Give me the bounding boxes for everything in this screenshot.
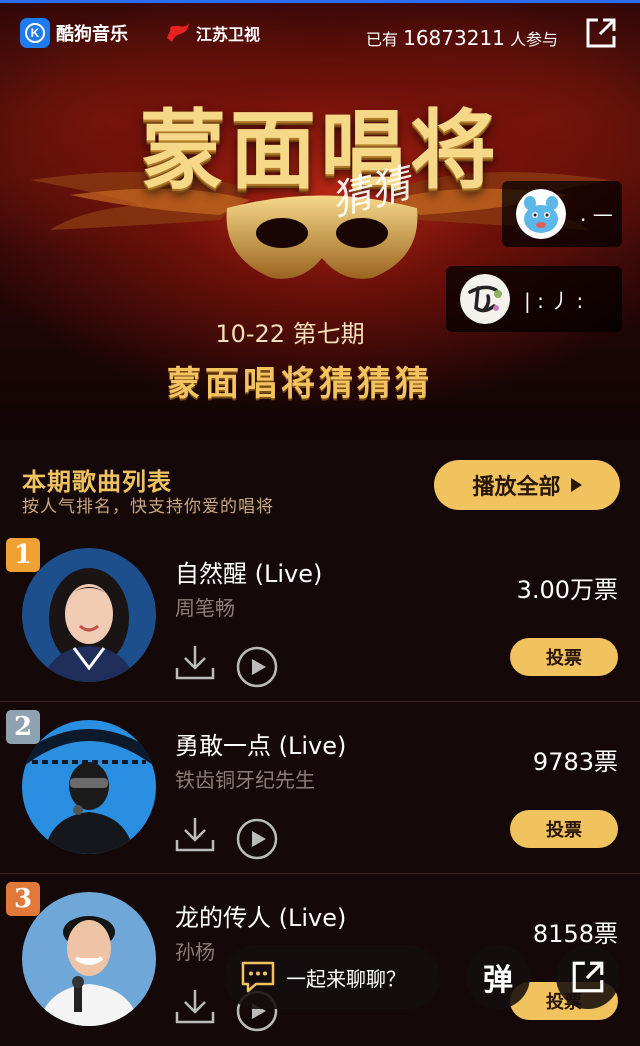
vote-count: 9783票 [532,748,618,776]
download-icon[interactable] [174,986,216,1026]
danmu-label: 弹 [483,963,513,998]
jiangsu-tv-mark-icon [167,23,189,42]
chat-entry-button[interactable]: 一起来聊聊？ [224,945,440,1009]
vote-button[interactable]: 投票 [510,638,618,676]
rank-badge: 1 [6,538,40,572]
vote-count: 8158票 [532,920,618,948]
share-icon [572,961,604,993]
jiangsu-tv-logo: 江苏卫视 [164,20,260,46]
song-row[interactable]: 1 自然醒 (Live) 周笔畅 3.00万票 投票 [0,530,640,702]
share-float-button[interactable] [556,945,620,1009]
rank-number: 1 [13,540,33,570]
artist-name: 孙杨 [175,940,215,964]
participants-suffix: 人参与 [510,30,559,49]
song-title[interactable]: 龙的传人 (Live) [175,898,346,933]
comment-bubble: . — [502,181,622,247]
comment-text: . — [580,202,613,226]
artist-name: 周笔畅 [175,596,235,620]
play-circle-icon[interactable] [236,646,278,688]
singer-avatar[interactable] [22,720,156,854]
kugou-brand-name: 酷狗音乐 [56,24,128,45]
ink-calligraphy-avatar-icon [460,274,510,324]
hero-banner: K 酷狗音乐 江苏卫视 已有 16873211 人参与 蒙面唱将 猜猜 10-2… [0,0,640,440]
download-icon[interactable] [174,642,216,682]
show-title: 蒙面唱将 [140,100,500,201]
artist-name: 铁齿铜牙纪先生 [175,768,315,792]
chat-bubble-icon [241,961,275,993]
participants-count: 已有 16873211 人参与 [366,26,558,50]
kugou-logo: K 酷狗音乐 [20,18,128,48]
comment-text: | : 丿 : [524,288,584,313]
comment-bubble: | : 丿 : [446,266,622,332]
rank-number: 3 [13,884,33,914]
vote-button[interactable]: 投票 [510,810,618,848]
rank-number: 2 [13,712,33,742]
play-circle-icon[interactable] [236,818,278,860]
chat-entry-label: 一起来聊聊？ [286,966,406,991]
song-title[interactable]: 勇敢一点 (Live) [175,726,346,761]
top-accent-line [0,0,640,3]
play-all-label: 播放全部 [472,475,561,500]
play-all-button[interactable]: 播放全部 [434,460,620,510]
danmu-toggle-button[interactable]: 弹 [466,945,530,1009]
download-icon[interactable] [174,814,216,854]
play-triangle-icon [570,478,582,492]
song-list-subtitle: 按人气排名，快支持你爱的唱将 [22,497,274,517]
singer-avatar[interactable] [22,892,156,1026]
song-row[interactable]: 2 勇敢一点 (Live) 铁齿铜牙纪先生 9783票 投票 [0,702,640,874]
banner-subtitle: 蒙面唱将猜猜猜 [167,364,433,404]
participants-number: 16873211 [403,26,505,50]
jiangsu-tv-name: 江苏卫视 [196,25,261,44]
vote-count: 3.00万票 [516,576,618,604]
song-title[interactable]: 自然醒 (Live) [175,554,322,589]
singer-avatar[interactable] [22,548,156,682]
share-icon[interactable] [584,16,618,50]
participants-prefix: 已有 [366,30,399,49]
rank-badge: 2 [6,710,40,744]
rank-badge: 3 [6,882,40,916]
kugou-k-icon: K [20,18,50,48]
blue-cartoon-avatar-icon [516,189,566,239]
